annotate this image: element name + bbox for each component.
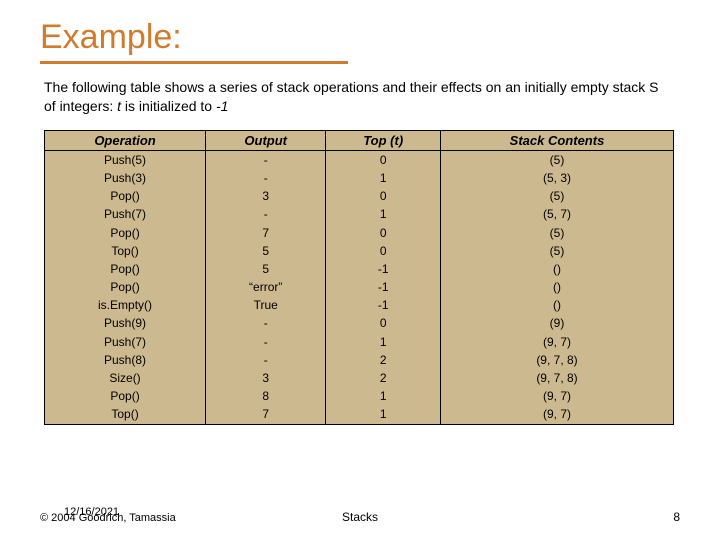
table-row: Push(9)-0(9) [45, 314, 674, 332]
title-underline [40, 61, 348, 64]
table-cell: (5) [440, 187, 673, 205]
table-cell: 7 [206, 405, 326, 424]
table-cell: (5) [440, 224, 673, 242]
table-cell: 1 [326, 205, 441, 223]
intro-text: The following table shows a series of st… [40, 78, 680, 116]
table-cell: (9, 7) [440, 405, 673, 424]
table-cell: -1 [326, 296, 441, 314]
table-cell: 5 [206, 242, 326, 260]
table-cell: (9, 7, 8) [440, 369, 673, 387]
table-row: Size()32(9, 7, 8) [45, 369, 674, 387]
table-cell: -1 [326, 260, 441, 278]
table-cell: 0 [326, 187, 441, 205]
table-cell: is.Empty() [45, 296, 206, 314]
col-contents: Stack Contents [440, 130, 673, 150]
table-cell: Push(5) [45, 150, 206, 169]
footer-center: Stacks [40, 510, 680, 524]
table-cell: Push(3) [45, 169, 206, 187]
table-cell: - [206, 314, 326, 332]
table-cell: () [440, 296, 673, 314]
table-cell: Size() [45, 369, 206, 387]
table-cell: “error” [206, 278, 326, 296]
footer-page-number: 8 [673, 510, 680, 524]
table-cell: - [206, 333, 326, 351]
table-cell: Pop() [45, 187, 206, 205]
table-row: Push(8)-2(9, 7, 8) [45, 351, 674, 369]
intro-neg1: -1 [216, 98, 228, 114]
table-header-row: Operation Output Top (t) Stack Contents [45, 130, 674, 150]
table-cell: Pop() [45, 278, 206, 296]
table-row: Pop()70(5) [45, 224, 674, 242]
table-cell: - [206, 150, 326, 169]
table-row: Pop()“error”-1() [45, 278, 674, 296]
table-cell: - [206, 169, 326, 187]
table-row: Push(7)-1(9, 7) [45, 333, 674, 351]
table-row: Pop()81(9, 7) [45, 387, 674, 405]
table-cell: - [206, 351, 326, 369]
table-cell: -1 [326, 278, 441, 296]
table-cell: 1 [326, 169, 441, 187]
table-row: Push(3)-1(5, 3) [45, 169, 674, 187]
table-cell: (9, 7) [440, 387, 673, 405]
table-cell: Pop() [45, 387, 206, 405]
table-row: Top()50(5) [45, 242, 674, 260]
table-row: Pop()5-1() [45, 260, 674, 278]
table-cell: (5) [440, 242, 673, 260]
table-cell: (9) [440, 314, 673, 332]
table-row: Push(5)-0(5) [45, 150, 674, 169]
table-row: Push(7)-1(5, 7) [45, 205, 674, 223]
table-cell: 1 [326, 333, 441, 351]
table-row: is.Empty()True-1() [45, 296, 674, 314]
table-cell: 0 [326, 242, 441, 260]
table-cell: (5, 7) [440, 205, 673, 223]
col-top: Top (t) [326, 130, 441, 150]
table-cell: Push(7) [45, 333, 206, 351]
table-cell: 8 [206, 387, 326, 405]
table-cell: 3 [206, 369, 326, 387]
slide-title: Example: [40, 18, 680, 57]
stack-table: Operation Output Top (t) Stack Contents … [44, 130, 674, 425]
table-cell: (5, 3) [440, 169, 673, 187]
table-cell: Push(9) [45, 314, 206, 332]
col-operation: Operation [45, 130, 206, 150]
table-cell: 2 [326, 369, 441, 387]
table-cell: 2 [326, 351, 441, 369]
table-cell: 1 [326, 405, 441, 424]
table-cell: 0 [326, 224, 441, 242]
table-cell: 0 [326, 150, 441, 169]
table-cell: 3 [206, 187, 326, 205]
table-cell: 7 [206, 224, 326, 242]
table-cell: (5) [440, 150, 673, 169]
table-cell: Pop() [45, 260, 206, 278]
table-cell: - [206, 205, 326, 223]
table-cell: (9, 7) [440, 333, 673, 351]
table-row: Pop()30(5) [45, 187, 674, 205]
table-cell: () [440, 260, 673, 278]
table-cell: True [206, 296, 326, 314]
intro-part2: is initialized to [121, 98, 216, 114]
col-output: Output [206, 130, 326, 150]
table-cell: 1 [326, 387, 441, 405]
table-cell: (9, 7, 8) [440, 351, 673, 369]
table-row: Top()71(9, 7) [45, 405, 674, 424]
table-cell: Pop() [45, 224, 206, 242]
table-cell: Push(8) [45, 351, 206, 369]
table-cell: Top() [45, 405, 206, 424]
table-cell: 5 [206, 260, 326, 278]
table-cell: () [440, 278, 673, 296]
table-cell: Top() [45, 242, 206, 260]
table-cell: Push(7) [45, 205, 206, 223]
table-cell: 0 [326, 314, 441, 332]
